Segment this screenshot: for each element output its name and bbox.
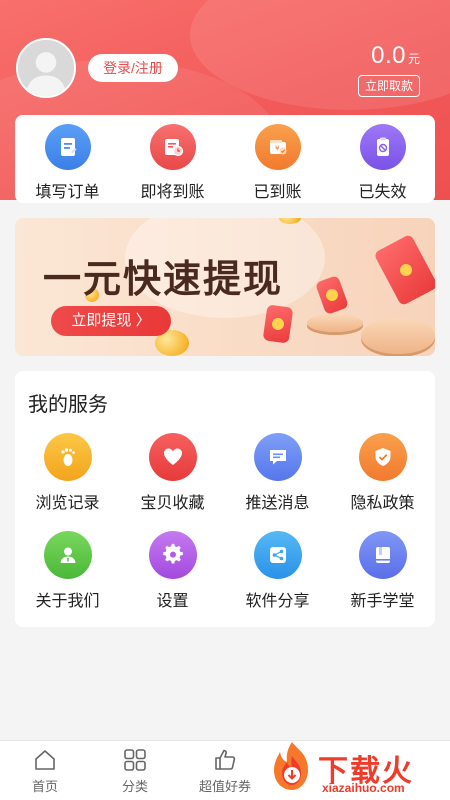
services-grid: 浏览记录 宝贝收藏 推送消息 隐私政策 关于我们 设置 软件分享 新手学堂 (15, 433, 435, 611)
service-item-history[interactable]: 浏览记录 (15, 433, 120, 513)
service-item-label: 宝贝收藏 (140, 495, 205, 512)
clock-calendar-icon (149, 124, 196, 170)
banner-withdraw-button[interactable]: 立即提现 〉 (51, 306, 171, 336)
banner-title: 一元快速提现 (43, 259, 284, 301)
withdraw-now-button[interactable]: 立即取款 (358, 75, 420, 97)
grid-icon (124, 749, 146, 771)
order-item-expired[interactable]: 已失效 (330, 115, 435, 203)
service-item-settings[interactable]: 设置 (120, 531, 225, 611)
service-item-messages[interactable]: 推送消息 (225, 433, 330, 513)
message-icon (253, 433, 302, 481)
avatar[interactable] (16, 38, 76, 98)
order-item-label: 已失效 (358, 184, 407, 201)
balance-display: 0.0 元 (371, 42, 420, 70)
plate-decoration (361, 318, 435, 354)
user-icon (43, 531, 92, 579)
order-item-arrived[interactable]: ¥ 已到账 (225, 115, 330, 203)
xiazaihuo-watermark: 下载火 xiazaihuo.com (268, 738, 444, 798)
balance-amount: 0.0 (371, 42, 406, 69)
edit-document-icon (44, 124, 91, 170)
invalid-clipboard-icon (359, 124, 406, 170)
order-status-card: 填写订单 即将到账 ¥ 已到账 已失效 (15, 115, 435, 203)
services-title: 我的服务 (28, 394, 108, 416)
withdraw-promo-banner[interactable]: 一元快速提现 立即提现 〉 (15, 218, 435, 356)
my-services-card: 我的服务 浏览记录 宝贝收藏 推送消息 隐私政策 关于我们 设置 软件分享 新手… (15, 371, 435, 627)
service-item-label: 新手学堂 (350, 593, 415, 610)
login-register-button[interactable]: 登录/注册 (88, 54, 178, 82)
svg-text:¥: ¥ (275, 145, 280, 153)
nav-label: 分类 (121, 779, 148, 794)
avatar-person-icon (18, 40, 74, 96)
home-icon (35, 750, 55, 770)
order-item-label: 已到账 (253, 184, 302, 201)
footprint-icon (43, 433, 92, 481)
red-envelope-decoration (262, 304, 294, 344)
red-envelope-decoration (314, 274, 350, 316)
service-item-label: 浏览记录 (35, 495, 100, 512)
service-item-favorites[interactable]: 宝贝收藏 (120, 433, 225, 513)
red-envelope-decoration (373, 233, 435, 307)
service-item-label: 设置 (156, 593, 189, 610)
order-item-label: 即将到账 (140, 184, 205, 201)
nav-label: 首页 (31, 779, 58, 794)
service-item-label: 软件分享 (245, 593, 310, 610)
book-icon (358, 531, 407, 579)
wallet-check-icon: ¥ (254, 124, 301, 170)
service-item-label: 推送消息 (245, 495, 310, 512)
service-item-tutorial[interactable]: 新手学堂 (330, 531, 435, 611)
flame-logo-icon (274, 742, 308, 790)
service-item-share[interactable]: 软件分享 (225, 531, 330, 611)
share-icon (253, 531, 302, 579)
nav-coupons[interactable]: 超值好券 (180, 741, 270, 800)
service-item-label: 隐私政策 (350, 495, 415, 512)
balance-unit: 元 (407, 52, 420, 66)
service-item-privacy[interactable]: 隐私政策 (330, 433, 435, 513)
shield-check-icon (358, 433, 407, 481)
service-item-label: 关于我们 (35, 593, 100, 610)
plate-decoration (307, 314, 363, 332)
thumbs-up-icon (215, 749, 236, 770)
order-item-fill[interactable]: 填写订单 (15, 115, 120, 203)
watermark-subtitle: xiazaihuo.com (322, 781, 405, 795)
service-item-about[interactable]: 关于我们 (15, 531, 120, 611)
order-item-pending[interactable]: 即将到账 (120, 115, 225, 203)
nav-category[interactable]: 分类 (90, 741, 180, 800)
order-item-label: 填写订单 (35, 184, 100, 201)
heart-icon (148, 433, 197, 481)
nav-home[interactable]: 首页 (0, 741, 90, 800)
nav-label: 超值好券 (198, 779, 251, 794)
gear-icon (148, 531, 197, 579)
